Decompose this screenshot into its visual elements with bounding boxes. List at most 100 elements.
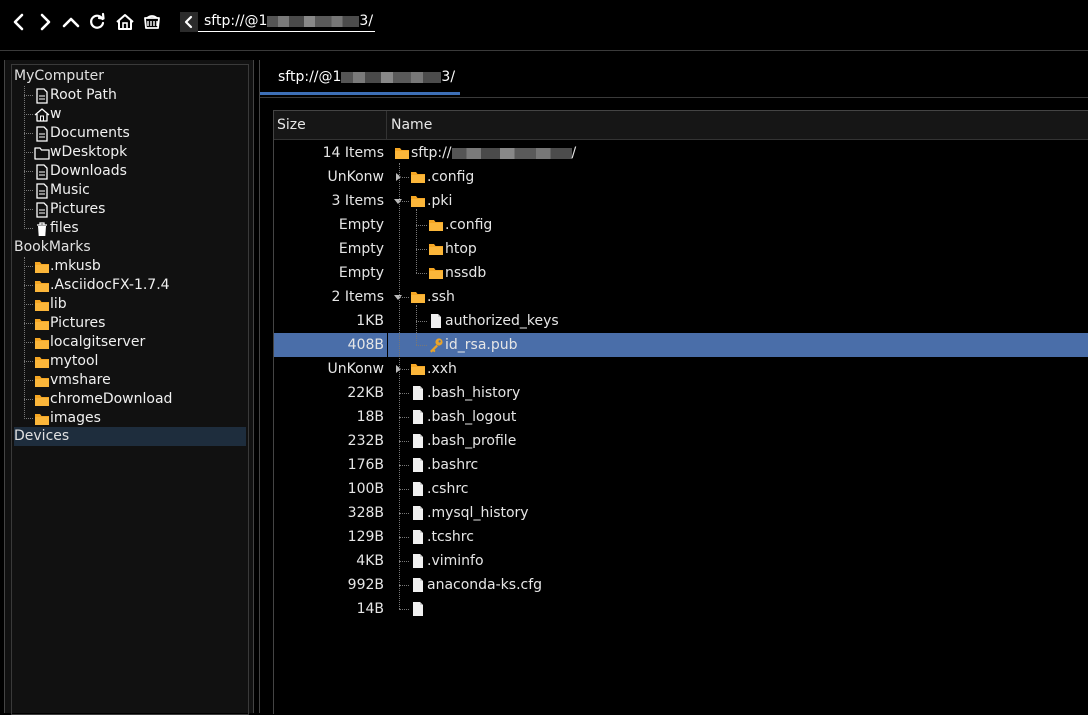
table-row[interactable]: 18B .bash_logout	[274, 405, 1088, 429]
address-back-icon[interactable]	[180, 12, 198, 32]
folder-icon	[34, 411, 50, 427]
sidebar-item-label: mytool	[50, 353, 99, 369]
trash-icon	[34, 221, 50, 237]
tree-connector	[24, 228, 33, 229]
file-name: .bash_logout	[410, 405, 516, 429]
size-cell: UnKonw	[327, 169, 385, 185]
table-row[interactable]: 129B .tcshrc	[274, 525, 1088, 549]
file-name: .viminfo	[410, 549, 484, 573]
table-row[interactable]: 2 Items .ssh	[274, 285, 1088, 309]
sidebar-item-files[interactable]: files	[34, 219, 79, 238]
file-name: .config	[410, 165, 474, 189]
sidebar-item-label: vmshare	[50, 372, 111, 388]
folder-outline-icon	[34, 145, 50, 161]
tree-connector	[24, 323, 33, 324]
table-row[interactable]: 22KB .bash_history	[274, 381, 1088, 405]
network-icon[interactable]	[141, 11, 163, 33]
table-row[interactable]: 100B .cshrc	[274, 477, 1088, 501]
tab-sftp[interactable]: sftp://@1 3/	[260, 60, 460, 95]
bookmark-item--asciidocfx-1-7-4[interactable]: .AsciidocFX-1.7.4	[34, 276, 170, 295]
size-cell: 14 Items	[322, 145, 384, 161]
bookmark-item-vmshare[interactable]: vmshare	[34, 371, 111, 390]
mycomputer-header[interactable]: MyComputer	[14, 67, 246, 86]
column-header-size[interactable]: Size	[274, 111, 387, 139]
address-bar[interactable]: sftp://@1 3/	[180, 12, 376, 32]
tree-connector	[24, 86, 25, 229]
bookmark-item-pictures[interactable]: Pictures	[34, 314, 105, 333]
file-name: .cshrc	[410, 477, 468, 501]
bookmark-item--mkusb[interactable]: .mkusb	[34, 257, 101, 276]
sidebar-item-root-path[interactable]: Root Path	[34, 86, 117, 105]
name-cell: authorized_keys	[388, 309, 1088, 333]
bookmark-item-mytool[interactable]: mytool	[34, 352, 98, 371]
table-row[interactable]: 232B .bash_profile	[274, 429, 1088, 453]
file-icon	[410, 553, 426, 569]
file-name-label: htop	[445, 241, 477, 257]
table-row[interactable]: 3 Items .pki	[274, 189, 1088, 213]
collapse-arrow-icon[interactable]	[394, 199, 402, 204]
name-cell: nssdb	[388, 261, 1088, 285]
table-row[interactable]: 408B id_rsa.pub	[274, 333, 1088, 357]
folder-icon	[428, 217, 444, 233]
table-row[interactable]: UnKonw .config	[274, 165, 1088, 189]
file-name-label: .config	[445, 217, 493, 233]
table-row[interactable]: Empty htop	[274, 237, 1088, 261]
table-row[interactable]: 176B .bashrc	[274, 453, 1088, 477]
devices-header[interactable]: Devices	[14, 427, 246, 446]
sidebar-item-wdesktopk[interactable]: wDesktopk	[34, 143, 127, 162]
address-input[interactable]: sftp://@1 3/	[198, 12, 376, 32]
file-tree-table: Size Name 14 Items sftp:// / UnKonw .config 3…	[273, 110, 1088, 714]
table-row[interactable]: 14B	[274, 597, 1088, 621]
table-row[interactable]: Empty .config	[274, 213, 1088, 237]
up-icon[interactable]	[60, 11, 82, 33]
sidebar-item-music[interactable]: Music	[34, 181, 90, 200]
tree-connector	[399, 561, 409, 562]
forward-icon[interactable]	[34, 11, 56, 33]
table-row[interactable]: 328B .mysql_history	[274, 501, 1088, 525]
bookmark-item-chromedownload[interactable]: chromeDownload	[34, 390, 172, 409]
folder-icon	[428, 241, 444, 257]
sidebar-item-documents[interactable]: Documents	[34, 124, 130, 143]
tree-connector	[399, 489, 409, 490]
home-icon[interactable]	[114, 11, 136, 33]
name-cell: .bash_history	[388, 381, 1088, 405]
name-cell: .mysql_history	[388, 501, 1088, 525]
bookmark-item-localgitserver[interactable]: localgitserver	[34, 333, 145, 352]
column-header-name[interactable]: Name	[388, 111, 432, 139]
tab-suffix: 3/	[441, 69, 456, 85]
size-cell: 3 Items	[331, 193, 384, 209]
name-cell: .config	[388, 165, 1088, 189]
table-row[interactable]: UnKonw .xxh	[274, 357, 1088, 381]
bookmark-item-images[interactable]: images	[34, 409, 101, 428]
name-cell: htop	[388, 237, 1088, 261]
bookmark-item-lib[interactable]: lib	[34, 295, 67, 314]
table-row[interactable]: 1KB authorized_keys	[274, 309, 1088, 333]
folder-icon	[34, 297, 50, 313]
document-icon	[34, 201, 50, 218]
sidebar-item-w[interactable]: w	[34, 105, 61, 124]
back-icon[interactable]	[8, 11, 30, 33]
collapse-arrow-icon[interactable]	[394, 295, 402, 300]
folder-icon	[394, 145, 410, 161]
tree-connector	[416, 345, 427, 346]
size-cell: Empty	[338, 265, 384, 281]
refresh-icon[interactable]	[86, 11, 108, 33]
table-row[interactable]: 14 Items sftp:// /	[274, 141, 1088, 165]
file-name-label: .bash_profile	[427, 433, 517, 449]
file-icon	[410, 505, 426, 521]
root-path-suffix: /	[571, 145, 577, 161]
tree-connector	[416, 209, 417, 273]
tree-connector	[24, 95, 33, 96]
file-name-label: .tcshrc	[427, 529, 474, 545]
sidebar-item-pictures[interactable]: Pictures	[34, 200, 105, 219]
table-row[interactable]: 4KB .viminfo	[274, 549, 1088, 573]
sidebar-item-label: .AsciidocFX-1.7.4	[50, 277, 170, 293]
name-cell: .cshrc	[388, 477, 1088, 501]
sidebar-item-downloads[interactable]: Downloads	[34, 162, 127, 181]
size-cell: 1KB	[356, 313, 384, 329]
bookmarks-header[interactable]: BookMarks	[14, 238, 246, 257]
file-name	[410, 597, 427, 621]
table-row[interactable]: Empty nssdb	[274, 261, 1088, 285]
size-cell: Empty	[338, 217, 384, 233]
table-row[interactable]: 992B anaconda-ks.cfg	[274, 573, 1088, 597]
